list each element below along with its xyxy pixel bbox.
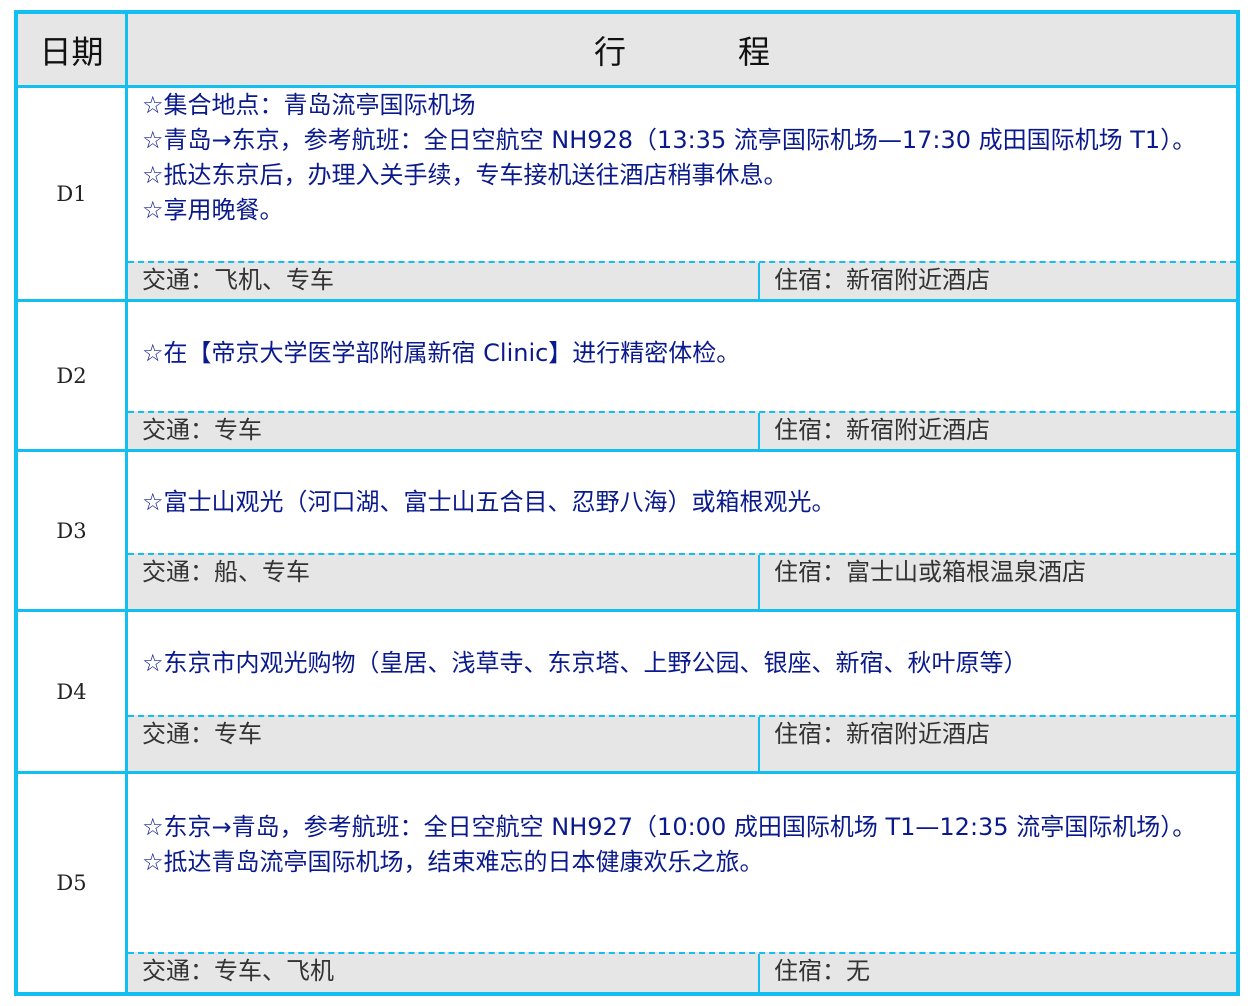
day-label: D1 <box>18 88 128 299</box>
day-items: ☆富士山观光（河口湖、富士山五合目、忍野八海）或箱根观光。 <box>142 485 1230 520</box>
list-item: ☆东京市内观光购物（皇居、浅草寺、东京塔、上野公园、银座、新宿、秋叶原等） <box>142 649 1028 677</box>
day-items: ☆东京→青岛，参考航班：全日空航空 NH927（10:00 成田国际机场 T1—… <box>142 810 1230 880</box>
day-footer: 交通：专车 住宿：新宿附近酒店 <box>128 411 1236 449</box>
day-footer: 交通：专车 住宿：新宿附近酒店 <box>128 715 1236 771</box>
day-footer: 交通：飞机、专车 住宿：新宿附近酒店 <box>128 261 1236 299</box>
day-label: D3 <box>18 452 128 609</box>
itinerary-header-char-2: 程 <box>738 32 771 71</box>
accommodation-info: 住宿：新宿附近酒店 <box>774 720 990 748</box>
itinerary-table: 日期 行 程 D1 ☆集合地点：青岛流亭国际机场 ☆青岛→东京，参考航班：全日空… <box>14 10 1240 996</box>
day-label: D5 <box>18 774 128 992</box>
accommodation-info: 住宿：无 <box>774 957 870 985</box>
day-label: D4 <box>18 612 128 771</box>
traffic-info: 交通：专车 <box>128 413 760 449</box>
traffic-info: 交通：专车 <box>128 717 760 771</box>
day-items: ☆在【帝京大学医学部附属新宿 Clinic】进行精密体检。 <box>142 336 1230 371</box>
day-row-d1: D1 ☆集合地点：青岛流亭国际机场 ☆青岛→东京，参考航班：全日空航空 NH92… <box>18 88 1236 302</box>
list-item: ☆享用晚餐。 <box>142 196 284 224</box>
day-content: ☆在【帝京大学医学部附属新宿 Clinic】进行精密体检。 交通：专车 住宿：新… <box>128 302 1236 449</box>
traffic-info: 交通：专车、飞机 <box>128 954 760 992</box>
table-header: 日期 行 程 <box>18 14 1236 88</box>
day-items: ☆东京市内观光购物（皇居、浅草寺、东京塔、上野公园、银座、新宿、秋叶原等） <box>142 646 1230 681</box>
day-content: ☆富士山观光（河口湖、富士山五合目、忍野八海）或箱根观光。 交通：船、专车 住宿… <box>128 452 1236 609</box>
accommodation-info: 住宿：新宿附近酒店 <box>774 416 990 444</box>
day-footer: 交通：专车、飞机 住宿：无 <box>128 952 1236 992</box>
list-item: ☆富士山观光（河口湖、富士山五合目、忍野八海）或箱根观光。 <box>142 488 836 516</box>
date-column-header: 日期 <box>18 14 128 85</box>
day-content: ☆集合地点：青岛流亭国际机场 ☆青岛→东京，参考航班：全日空航空 NH928（1… <box>128 88 1236 299</box>
day-items: ☆集合地点：青岛流亭国际机场 ☆青岛→东京，参考航班：全日空航空 NH928（1… <box>142 88 1230 228</box>
traffic-info: 交通：船、专车 <box>128 555 760 609</box>
day-row-d2: D2 ☆在【帝京大学医学部附属新宿 Clinic】进行精密体检。 交通：专车 住… <box>18 302 1236 452</box>
itinerary-column-header: 行 程 <box>128 14 1236 85</box>
day-row-d3: D3 ☆富士山观光（河口湖、富士山五合目、忍野八海）或箱根观光。 交通：船、专车… <box>18 452 1236 612</box>
list-item: ☆青岛→东京，参考航班：全日空航空 NH928（13:35 流亭国际机场—17:… <box>142 126 1197 154</box>
accommodation-info: 住宿：富士山或箱根温泉酒店 <box>774 558 1086 586</box>
list-item: ☆抵达青岛流亭国际机场，结束难忘的日本健康欢乐之旅。 <box>142 848 764 876</box>
day-content: ☆东京市内观光购物（皇居、浅草寺、东京塔、上野公园、银座、新宿、秋叶原等） 交通… <box>128 612 1236 771</box>
day-row-d5: D5 ☆东京→青岛，参考航班：全日空航空 NH927（10:00 成田国际机场 … <box>18 774 1236 992</box>
day-content: ☆东京→青岛，参考航班：全日空航空 NH927（10:00 成田国际机场 T1—… <box>128 774 1236 992</box>
list-item: ☆集合地点：青岛流亭国际机场 <box>142 91 476 119</box>
list-item: ☆在【帝京大学医学部附属新宿 Clinic】进行精密体检。 <box>142 339 741 367</box>
day-footer: 交通：船、专车 住宿：富士山或箱根温泉酒店 <box>128 553 1236 609</box>
traffic-info: 交通：飞机、专车 <box>128 263 760 299</box>
list-item: ☆抵达东京后，办理入关手续，专车接机送往酒店稍事休息。 <box>142 161 788 189</box>
itinerary-header-char-1: 行 <box>593 32 626 71</box>
accommodation-info: 住宿：新宿附近酒店 <box>774 266 990 294</box>
day-row-d4: D4 ☆东京市内观光购物（皇居、浅草寺、东京塔、上野公园、银座、新宿、秋叶原等）… <box>18 612 1236 774</box>
list-item: ☆东京→青岛，参考航班：全日空航空 NH927（10:00 成田国际机场 T1—… <box>142 813 1197 841</box>
day-label: D2 <box>18 302 128 449</box>
